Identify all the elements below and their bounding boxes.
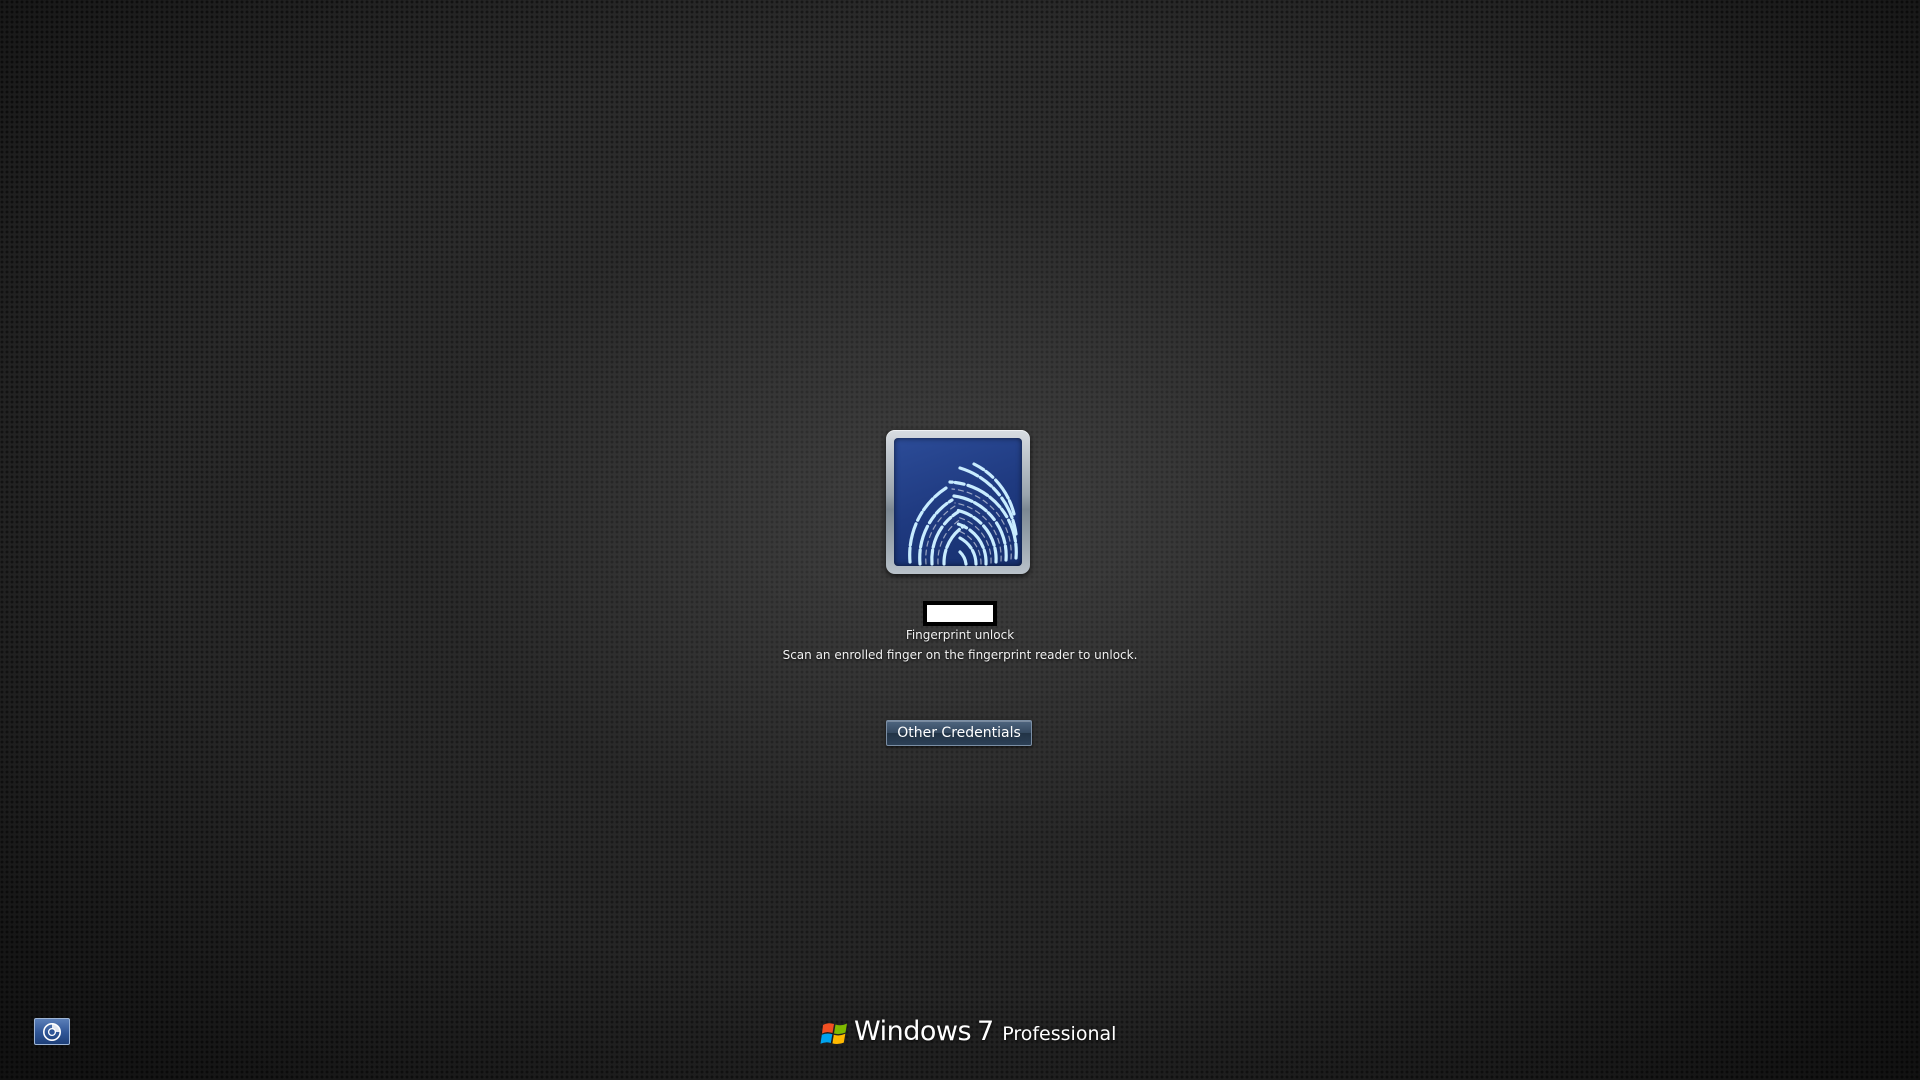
other-credentials-button[interactable]: Other Credentials: [886, 720, 1032, 746]
user-tile[interactable]: [886, 430, 1030, 574]
fingerprint-icon: [894, 438, 1022, 566]
ease-of-access-button[interactable]: [34, 1018, 70, 1045]
windows-branding: Windows 7 Professional: [820, 1016, 1116, 1052]
username-field: [927, 605, 993, 622]
windows-flag-icon: [820, 1023, 847, 1045]
brand-product: Windows: [854, 1016, 972, 1047]
credential-description: Scan an enrolled finger on the fingerpri…: [782, 648, 1138, 662]
brand-edition: Professional: [1002, 1023, 1117, 1045]
logon-screen: Fingerprint unlock Scan an enrolled fing…: [0, 0, 1920, 1080]
credential-title: Fingerprint unlock: [905, 628, 1015, 642]
ease-of-access-icon: [43, 1023, 61, 1041]
brand-version: 7: [977, 1016, 995, 1047]
username-box: [923, 601, 997, 626]
